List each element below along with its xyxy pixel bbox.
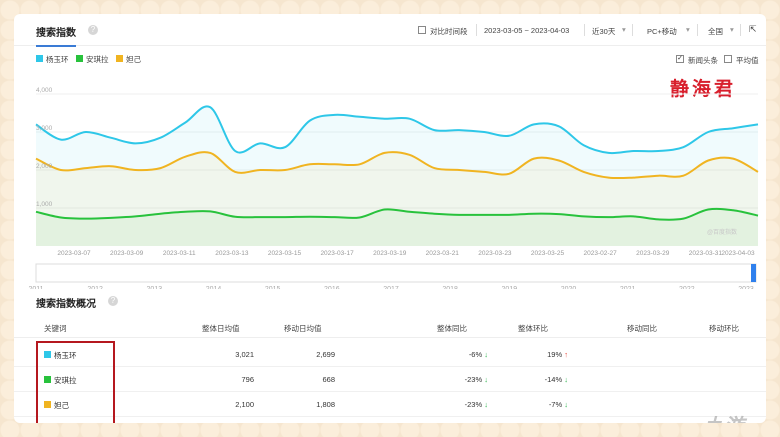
index-card: 搜索指数 ? 对比时间段 2023-03-05 ~ 2023-04-03 近30… <box>14 14 766 423</box>
x-tick-label: 2023-03-07 <box>57 250 91 257</box>
chart-credit: @百度指数 <box>707 228 737 236</box>
range-year-label: 2015 <box>265 286 281 289</box>
column-header: 移动环比 <box>709 324 739 333</box>
divider <box>740 24 741 36</box>
y-tick-label: 4,000 <box>36 87 53 94</box>
range-year-label: 2014 <box>206 286 222 289</box>
range-year-label: 2012 <box>87 286 103 289</box>
x-tick-label: 2023-03-13 <box>215 250 249 257</box>
divider <box>476 24 477 36</box>
x-tick-label: 2023-03-17 <box>320 250 354 257</box>
trend-chart: 4,0003,0002,0001,000 2023-03-07 2023-03-0… <box>28 87 759 289</box>
date-range-picker[interactable]: 2023-03-05 ~ 2023-04-03 <box>484 26 569 35</box>
column-header: 整体环比 <box>518 324 548 333</box>
table-row: 杨玉环 3,021 2,699 -6% ↓ 19% ↑ <box>14 342 766 367</box>
mom-cell: 19% ↑ <box>547 350 568 359</box>
range-year-label: 2016 <box>324 286 340 289</box>
mobile-avg-cell: 1,808 <box>316 400 335 409</box>
range-year-label: 2013 <box>147 286 163 289</box>
column-header: 关键词 <box>44 324 67 333</box>
y-tick-label: 1,000 <box>36 201 53 208</box>
legend-swatch <box>76 55 83 62</box>
mom-cell: -14% ↓ <box>544 375 568 384</box>
overview-title: 搜索指数概况 <box>36 299 96 310</box>
export-icon[interactable]: ⇱ <box>749 24 757 35</box>
mobile-avg-cell: 668 <box>322 375 335 384</box>
table-row: 妲己 2,100 1,808 -23% ↓ -7% ↓ <box>14 392 766 417</box>
range-year-label: 2021 <box>620 286 636 289</box>
help-icon[interactable]: ? <box>88 25 98 35</box>
x-tick-label: 2023-02-27 <box>584 250 618 257</box>
divider <box>697 24 698 36</box>
x-tick-label: 2023-03-23 <box>478 250 512 257</box>
column-header: 移动日均值 <box>284 324 322 333</box>
y-tick-label: 3,000 <box>36 125 53 132</box>
chevron-down-icon: ▾ <box>622 25 626 34</box>
period-select[interactable]: 近30天 <box>592 26 615 37</box>
y-tick-label: 2,000 <box>36 163 53 170</box>
x-tick-label: 2023-03-29 <box>636 250 670 257</box>
x-tick-label: 2023-04-03 <box>721 250 755 257</box>
range-slider-handle[interactable] <box>751 264 756 282</box>
chevron-down-icon: ▾ <box>686 25 690 34</box>
range-year-label: 2011 <box>28 286 43 289</box>
compare-label: 对比时间段 <box>430 27 468 36</box>
mom-cell: -7% ↓ <box>548 400 568 409</box>
x-tick-label: 2023-03-19 <box>373 250 407 257</box>
range-year-label: 2023 <box>738 286 754 289</box>
x-tick-label: 2023-03-09 <box>110 250 144 257</box>
x-tick-label: 2023-03-15 <box>268 250 302 257</box>
range-year-label: 2017 <box>383 286 399 289</box>
divider <box>632 24 633 36</box>
device-select[interactable]: PC+移动 <box>647 26 677 37</box>
yoy-cell: -23% ↓ <box>464 400 488 409</box>
range-slider-track <box>35 263 757 283</box>
table-row: 安琪拉 796 668 -23% ↓ -14% ↓ <box>14 367 766 392</box>
x-tick-label: 2023-03-25 <box>531 250 565 257</box>
yoy-cell: -6% ↓ <box>468 350 488 359</box>
column-header: 整体同比 <box>437 324 467 333</box>
yoy-cell: -23% ↓ <box>464 375 488 384</box>
range-year-label: 2020 <box>561 286 577 289</box>
header-bar: 搜索指数 ? 对比时间段 2023-03-05 ~ 2023-04-03 近30… <box>14 14 766 47</box>
page-title: 搜索指数 <box>36 24 76 47</box>
average-checkbox[interactable] <box>724 55 732 63</box>
mobile-avg-cell: 2,699 <box>316 350 335 359</box>
x-axis: 2023-03-07 2023-03-09 2023-03-11 2023-03-13… <box>57 250 755 257</box>
overall-avg-cell: 2,100 <box>235 400 254 409</box>
help-icon[interactable]: ? <box>108 296 118 306</box>
overall-avg-cell: 3,021 <box>235 350 254 359</box>
divider <box>584 24 585 36</box>
range-year-label: 2019 <box>502 286 518 289</box>
overview-table-header: 关键词 整体日均值 移动日均值 整体同比 整体环比 移动同比 移动环比 <box>14 314 766 338</box>
column-header: 整体日均值 <box>202 324 240 333</box>
x-tick-label: 2023-03-21 <box>426 250 460 257</box>
x-tick-label: 2023-03-31 <box>689 250 723 257</box>
range-year-label: 2022 <box>679 286 695 289</box>
highlight-box <box>36 341 115 423</box>
news-checkbox[interactable]: ✓ <box>676 55 684 63</box>
legend-swatch <box>36 55 43 62</box>
x-tick-label: 2023-03-11 <box>163 250 196 257</box>
site-logo: 九游 <box>704 410 744 423</box>
overall-avg-cell: 796 <box>241 375 254 384</box>
chevron-down-icon: ▾ <box>730 25 734 34</box>
legend-swatch <box>116 55 123 62</box>
region-select[interactable]: 全国 <box>708 26 723 37</box>
compare-checkbox[interactable] <box>418 26 426 34</box>
column-header: 移动同比 <box>627 324 657 333</box>
range-year-labels: 2011 2012 2013 2014 2015 2016 2017 2018 2019 2020… <box>28 286 753 289</box>
range-year-label: 2018 <box>442 286 458 289</box>
